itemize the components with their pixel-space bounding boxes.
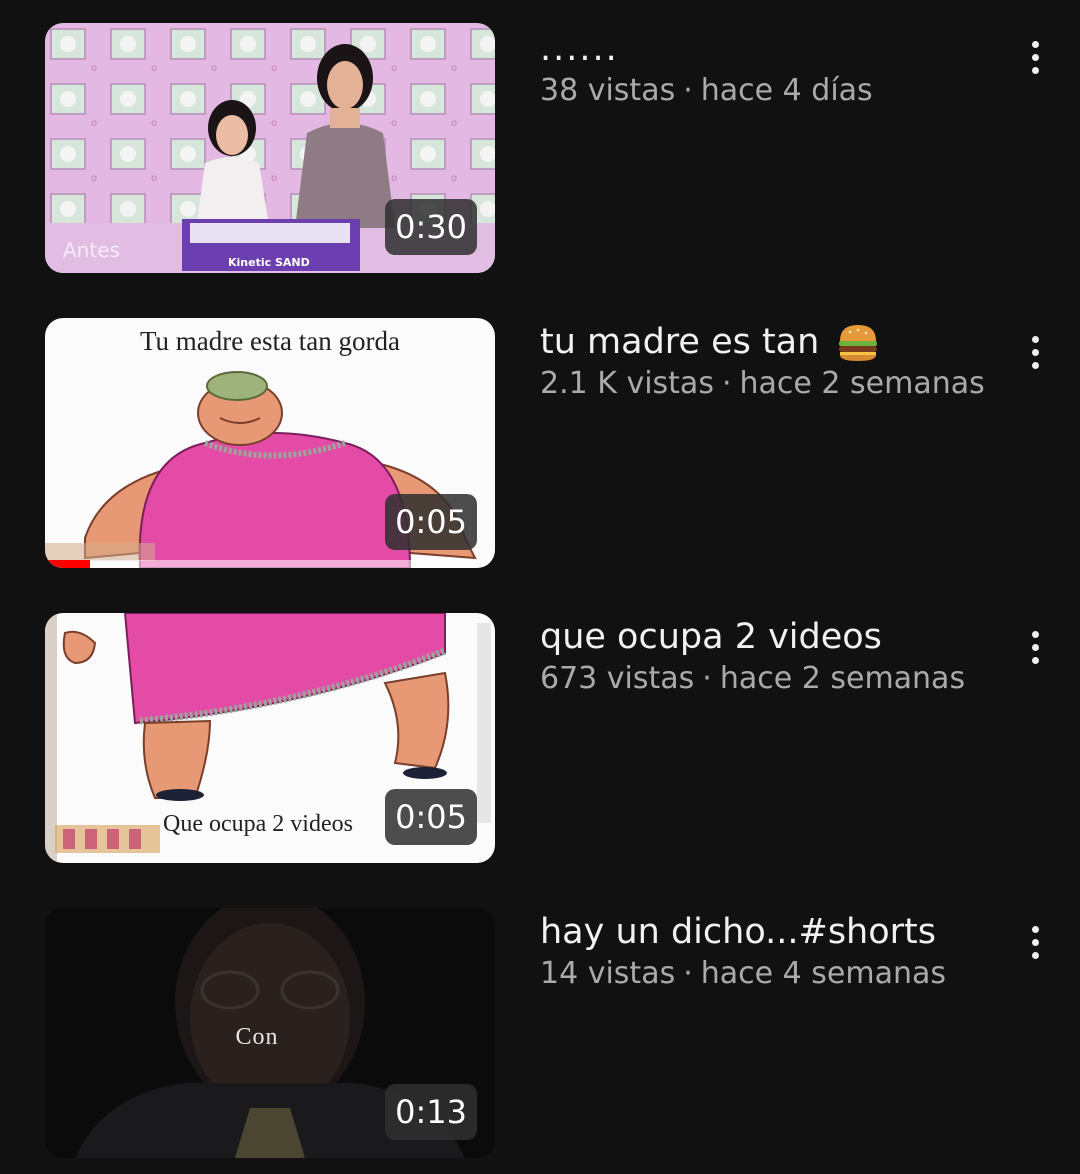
more-vert-icon[interactable] (1013, 914, 1057, 970)
thumbnail-brand: Kinetic SAND (228, 256, 310, 269)
upload-age: hace 4 semanas (700, 956, 946, 991)
duration-badge: 0:13 (385, 1084, 477, 1140)
video-meta: 2.1 K vistas · hace 2 semanas (540, 364, 1000, 404)
video-item[interactable]: Tu madre esta tan gorda 0:05 tu madre es… (0, 318, 1080, 568)
video-item[interactable]: Con 0:13 hay un dicho...#shorts 14 vista… (0, 908, 1080, 1158)
video-thumbnail[interactable]: Que ocupa 2 videos 0:05 (45, 613, 495, 863)
burger-icon (839, 325, 878, 361)
meta-separator: · (683, 956, 693, 991)
view-count: 673 vistas (540, 661, 695, 696)
view-count: 38 vistas (540, 73, 676, 108)
video-title-text: tu madre es tan (540, 322, 820, 362)
video-title[interactable]: ...... (540, 23, 1000, 71)
watch-progress-bar (45, 560, 495, 568)
video-meta: 38 vistas · hace 4 días (540, 71, 1000, 111)
video-info[interactable]: tu madre es tan 2.1 K vistas · hace 2 sema… (540, 318, 1000, 404)
video-thumbnail[interactable]: Tu madre esta tan gorda 0:05 (45, 318, 495, 568)
duration-badge: 0:30 (385, 199, 477, 255)
thumbnail-caption: Antes (63, 238, 120, 262)
video-info[interactable]: hay un dicho...#shorts 14 vistas · hace 4 … (540, 908, 1000, 994)
upload-age: hace 2 semanas (739, 366, 985, 401)
video-item[interactable]: Que ocupa 2 videos 0:05 que ocupa 2 vide… (0, 613, 1080, 863)
meta-separator: · (683, 73, 693, 108)
meta-separator: · (702, 661, 712, 696)
thumbnail-caption: Con (235, 1024, 278, 1050)
view-count: 14 vistas (540, 956, 676, 991)
video-title[interactable]: hay un dicho...#shorts (540, 908, 1000, 954)
more-vert-icon[interactable] (1013, 324, 1057, 380)
view-count: 2.1 K vistas (540, 366, 714, 401)
more-vert-icon[interactable] (1013, 619, 1057, 675)
upload-age: hace 4 días (700, 73, 873, 108)
watch-progress-fill (45, 560, 90, 568)
video-title[interactable]: tu madre es tan (540, 318, 1000, 364)
upload-age: hace 2 semanas (719, 661, 966, 696)
video-title[interactable]: que ocupa 2 videos (540, 613, 1000, 659)
more-vert-icon[interactable] (1013, 29, 1057, 85)
meta-separator: · (721, 366, 732, 401)
video-info[interactable]: ...... 38 vistas · hace 4 días (540, 23, 1000, 111)
duration-badge: 0:05 (385, 789, 477, 845)
video-thumbnail[interactable]: Con 0:13 (45, 908, 495, 1158)
duration-badge: 0:05 (385, 494, 477, 550)
thumbnail-caption: Que ocupa 2 videos (163, 811, 353, 837)
video-meta: 14 vistas · hace 4 semanas (540, 954, 1000, 994)
video-info[interactable]: que ocupa 2 videos 673 vistas · hace 2 sem… (540, 613, 1000, 699)
video-item[interactable]: o Kinetic SAND Antes 0:30 ...... 38 vist… (0, 23, 1080, 273)
thumbnail-caption: Tu madre esta tan gorda (140, 326, 400, 356)
video-meta: 673 vistas · hace 2 semanas (540, 659, 1000, 699)
video-thumbnail[interactable]: o Kinetic SAND Antes 0:30 (45, 23, 495, 273)
